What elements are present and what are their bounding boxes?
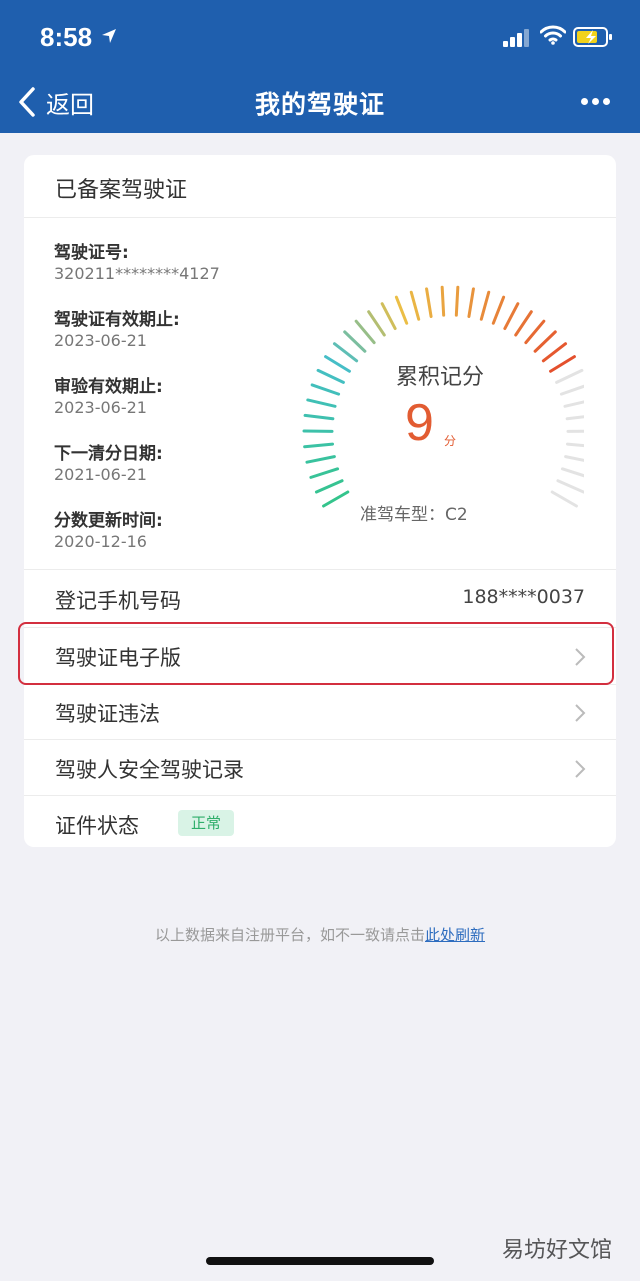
gauge-tick [303, 442, 335, 449]
violations-row[interactable]: 驾驶证违法 [24, 684, 616, 740]
gauge-tick [425, 287, 433, 319]
cellular-signal-icon [503, 29, 529, 47]
gauge-tick [524, 319, 546, 345]
footer-note: 以上数据来自注册平台，如不一致请点击此处刷新 [0, 924, 640, 945]
status-badge: 正常 [178, 810, 234, 836]
gauge-score: 9 [405, 394, 434, 452]
gauge-tick [565, 442, 584, 448]
score-update-label: 分数更新时间: [54, 511, 163, 531]
gauge-tick [479, 290, 491, 321]
battery-charging-icon [573, 27, 612, 47]
license-number-value: 320211********4127 [54, 264, 220, 283]
gauge-tick [394, 295, 409, 325]
gauge-tick [409, 290, 421, 321]
next-clear-date-label: 下一清分日期: [54, 444, 163, 464]
safety-record-row[interactable]: 驾驶人安全驾驶记录 [24, 740, 616, 796]
license-card: 已备案驾驶证 驾驶证号: 320211********4127 驾驶证有效期止:… [24, 155, 616, 847]
gauge-tick [560, 467, 584, 478]
safety-record-label: 驾驶人安全驾驶记录 [55, 758, 244, 782]
phone-row: 登记手机号码 188****0037 [24, 571, 616, 627]
gauge-tick [322, 490, 350, 508]
gauge-tick [440, 285, 446, 317]
gauge-tick [514, 310, 533, 337]
status-row: 证件状态 正常 [24, 796, 616, 852]
gauge-tick [491, 295, 506, 325]
card-title: 已备案驾驶证 [55, 178, 188, 203]
next-clear-date-value: 2021-06-21 [54, 465, 147, 484]
footer-note-text: 以上数据来自注册平台，如不一致请点击 [154, 926, 425, 944]
gauge-tick [314, 479, 344, 494]
status-time: 8:58 [40, 22, 93, 52]
car-type-label: 准驾车型：C2 [360, 505, 468, 525]
watermark-text: 易坊好文馆 [501, 1238, 612, 1263]
divider [24, 569, 616, 570]
gauge-tick [550, 490, 578, 508]
violations-label: 驾驶证违法 [55, 702, 160, 726]
phone-label: 登记手机号码 [55, 589, 181, 613]
status-label: 证件状态 [55, 814, 139, 838]
highlight-box [18, 622, 614, 685]
gauge-tick [503, 302, 520, 331]
gauge-tick [564, 455, 584, 462]
home-indicator[interactable] [206, 1257, 434, 1265]
chevron-right-icon [575, 760, 586, 778]
gauge-tick [556, 479, 584, 494]
gauge-tick [306, 398, 337, 408]
gauge-tick [467, 287, 475, 319]
gauge-tick [380, 302, 397, 331]
score-update-value: 2020-12-16 [54, 532, 147, 551]
header-bar: 8:58 返回 我的驾驶证 [0, 0, 640, 133]
gauge-tick [565, 415, 584, 421]
gauge-tick [303, 413, 335, 421]
gauge-tick [454, 285, 460, 317]
phone-value: 188****0037 [462, 586, 585, 608]
gauge-unit: 分 [444, 434, 457, 448]
gauge-tick [343, 330, 367, 353]
gauge-tick [305, 455, 336, 464]
divider [24, 217, 616, 218]
location-arrow-icon [102, 29, 116, 43]
more-options-icon[interactable] [581, 98, 611, 106]
gauge-tick [533, 330, 557, 353]
page-title: 我的驾驶证 [254, 90, 385, 119]
review-expiry-label: 审验有效期止: [54, 377, 163, 397]
chevron-right-icon [575, 704, 586, 722]
refresh-link[interactable]: 此处刷新 [425, 926, 485, 944]
license-expiry-label: 驾驶证有效期止: [54, 310, 180, 330]
wifi-icon [540, 25, 566, 45]
license-number-label: 驾驶证号: [54, 243, 129, 263]
review-expiry-value: 2023-06-21 [54, 398, 147, 417]
gauge-tick [309, 467, 340, 479]
gauge-tick [354, 319, 376, 345]
gauge-label: 累积记分 [395, 365, 484, 390]
license-expiry-value: 2023-06-21 [54, 331, 147, 350]
gauge-tick [563, 400, 584, 408]
gauge-tick [367, 310, 386, 337]
